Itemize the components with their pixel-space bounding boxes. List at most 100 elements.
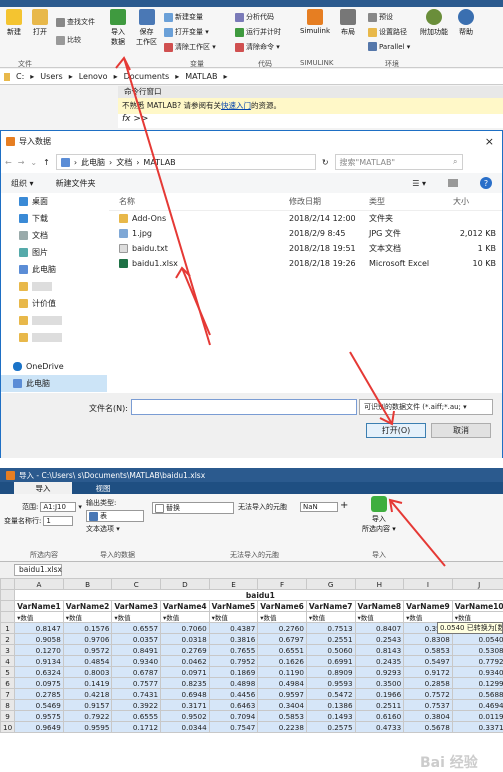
col-type[interactable]: 类型: [369, 196, 449, 207]
data-cell[interactable]: 0.5308: [451, 644, 503, 656]
data-cell[interactable]: 0.1386: [305, 699, 356, 711]
file-row[interactable]: baidu1.xlsx 2018/2/18 19:26 Microsoft Exce…: [109, 256, 502, 271]
data-cell[interactable]: 0.2760: [257, 622, 307, 634]
data-cell[interactable]: 0.9172: [403, 666, 453, 678]
data-cell[interactable]: 0.8235: [160, 677, 210, 689]
data-cell[interactable]: 0.0344: [160, 721, 210, 733]
data-cell[interactable]: 0.0971: [160, 666, 210, 678]
nav-folder-4[interactable]: [1, 329, 107, 346]
col-name[interactable]: 名称: [109, 196, 289, 207]
new-button[interactable]: 新建: [6, 9, 22, 37]
output-type-select[interactable]: 表: [86, 510, 144, 522]
data-cell[interactable]: 0.5853: [403, 644, 453, 656]
column-type-select[interactable]: ▾数值: [62, 611, 113, 623]
column-type-select[interactable]: ▾数值: [257, 611, 307, 623]
crumb-pc[interactable]: 此电脑: [81, 157, 105, 168]
data-cell[interactable]: 0.5497: [403, 655, 453, 667]
find-files-button[interactable]: 查找文件: [56, 17, 95, 27]
quickstart-link[interactable]: 快速入门: [221, 101, 251, 110]
data-cell[interactable]: 0.9706: [62, 633, 113, 645]
column-type-select[interactable]: ▾数值: [305, 611, 356, 623]
refresh-icon[interactable]: ↻: [322, 158, 329, 167]
path-seg-4[interactable]: MATLAB: [185, 72, 217, 81]
data-cell[interactable]: 0.2238: [257, 721, 307, 733]
data-cell[interactable]: 0.4854: [62, 655, 113, 667]
data-cell[interactable]: 0.5678: [403, 721, 453, 733]
data-cell[interactable]: 0.1626: [257, 655, 307, 667]
data-cell[interactable]: 0.2858: [403, 677, 453, 689]
tab-view[interactable]: 视图: [74, 482, 132, 494]
help-button[interactable]: 帮助: [458, 9, 474, 37]
data-cell[interactable]: 0.1419: [62, 677, 113, 689]
path-bar[interactable]: C: ▸ Users ▸ Lenovo ▸ Documents ▸ MATLAB ▸: [0, 69, 503, 85]
data-cell[interactable]: 0.7792: [451, 655, 503, 667]
nav-onedrive[interactable]: OneDrive: [1, 358, 107, 375]
up-icon[interactable]: ↑: [43, 158, 50, 167]
data-cell[interactable]: 0.7431: [111, 688, 162, 700]
data-cell[interactable]: 0.8143: [354, 644, 405, 656]
clear-commands-button[interactable]: 清除命令 ▾: [235, 42, 280, 52]
data-cell[interactable]: 0.8003: [62, 666, 113, 678]
varrow-input[interactable]: 1: [43, 516, 74, 526]
variable-name-header[interactable]: VarName6: [257, 600, 307, 612]
addons-button[interactable]: 附加功能: [420, 9, 448, 37]
path-seg-1[interactable]: Users: [40, 72, 62, 81]
data-cell[interactable]: 0.9597: [257, 688, 307, 700]
data-cell[interactable]: 0.6787: [111, 666, 162, 678]
preferences-button[interactable]: 预设: [368, 12, 393, 22]
data-cell[interactable]: 0.3171: [160, 699, 210, 711]
nav-documents[interactable]: 文档: [1, 227, 107, 244]
path-seg-3[interactable]: Documents: [124, 72, 170, 81]
data-cell[interactable]: 0.5688: [451, 688, 503, 700]
data-cell[interactable]: 0.7577: [111, 677, 162, 689]
data-cell[interactable]: 0.8491: [111, 644, 162, 656]
data-cell[interactable]: 0.6160: [354, 710, 405, 722]
data-cell[interactable]: 0.8909: [305, 666, 356, 678]
data-cell[interactable]: 0.9340: [451, 666, 503, 678]
column-type-select[interactable]: ▾数值: [354, 611, 405, 623]
cancel-button[interactable]: 取消: [431, 423, 491, 438]
data-cell[interactable]: 0.7922: [62, 710, 113, 722]
data-cell[interactable]: 0.4898: [208, 677, 259, 689]
data-cell[interactable]: 0.2511: [354, 699, 405, 711]
new-folder-button[interactable]: 新建文件夹: [56, 178, 96, 189]
col-size[interactable]: 大小: [449, 196, 502, 207]
data-cell[interactable]: 0.7572: [403, 688, 453, 700]
nav-pictures[interactable]: 图片: [1, 244, 107, 261]
data-cell[interactable]: 0.0975: [14, 677, 64, 689]
add-rule-icon[interactable]: +: [340, 500, 348, 511]
file-row[interactable]: 1.jpg 2018/2/9 8:45 JPG 文件 2,012 KB: [109, 226, 502, 241]
variable-name-header[interactable]: VarName4: [160, 600, 210, 612]
data-cell[interactable]: 0.1712: [111, 721, 162, 733]
filename-input[interactable]: [131, 399, 357, 415]
file-row[interactable]: baidu.txt 2018/2/18 19:51 文本文档 1 KB: [109, 241, 502, 256]
tab-import[interactable]: 导入: [14, 482, 72, 494]
data-cell[interactable]: 0.9293: [354, 666, 405, 678]
view-icon[interactable]: ☰ ▾: [412, 179, 426, 188]
data-cell[interactable]: 0.5472: [305, 688, 356, 700]
nav-this-pc-2[interactable]: 此电脑: [1, 375, 107, 392]
close-button[interactable]: ×: [485, 135, 494, 148]
data-cell[interactable]: 0.6551: [257, 644, 307, 656]
filetype-select[interactable]: 可识别的数据文件 (*.aiff;*.au; ▾: [359, 399, 493, 415]
data-cell[interactable]: 0.2575: [305, 721, 356, 733]
back-icon[interactable]: ←: [5, 158, 12, 167]
column-type-select[interactable]: ▾数值: [208, 611, 259, 623]
parallel-button[interactable]: Parallel ▾: [368, 42, 410, 51]
clear-workspace-button[interactable]: 清除工作区 ▾: [164, 42, 216, 52]
data-cell[interactable]: 0.6324: [14, 666, 64, 678]
data-cell[interactable]: 0.1493: [305, 710, 356, 722]
data-cell[interactable]: 0.7547: [208, 721, 259, 733]
data-cell[interactable]: 0.9157: [62, 699, 113, 711]
data-cell[interactable]: 0.5469: [14, 699, 64, 711]
data-cell[interactable]: 0.9575: [14, 710, 64, 722]
data-cell[interactable]: 0.9593: [305, 677, 356, 689]
import-data-button[interactable]: 导入 数据: [110, 9, 126, 47]
variable-name-header[interactable]: VarName7: [305, 600, 356, 612]
variable-name-header[interactable]: VarName2: [62, 600, 113, 612]
crumb-matlab[interactable]: MATLAB: [143, 158, 175, 167]
run-time-button[interactable]: 运行并计时: [235, 27, 281, 37]
data-cell[interactable]: 0.7655: [208, 644, 259, 656]
data-cell[interactable]: 0.5060: [305, 644, 356, 656]
data-cell[interactable]: 0.6463: [208, 699, 259, 711]
